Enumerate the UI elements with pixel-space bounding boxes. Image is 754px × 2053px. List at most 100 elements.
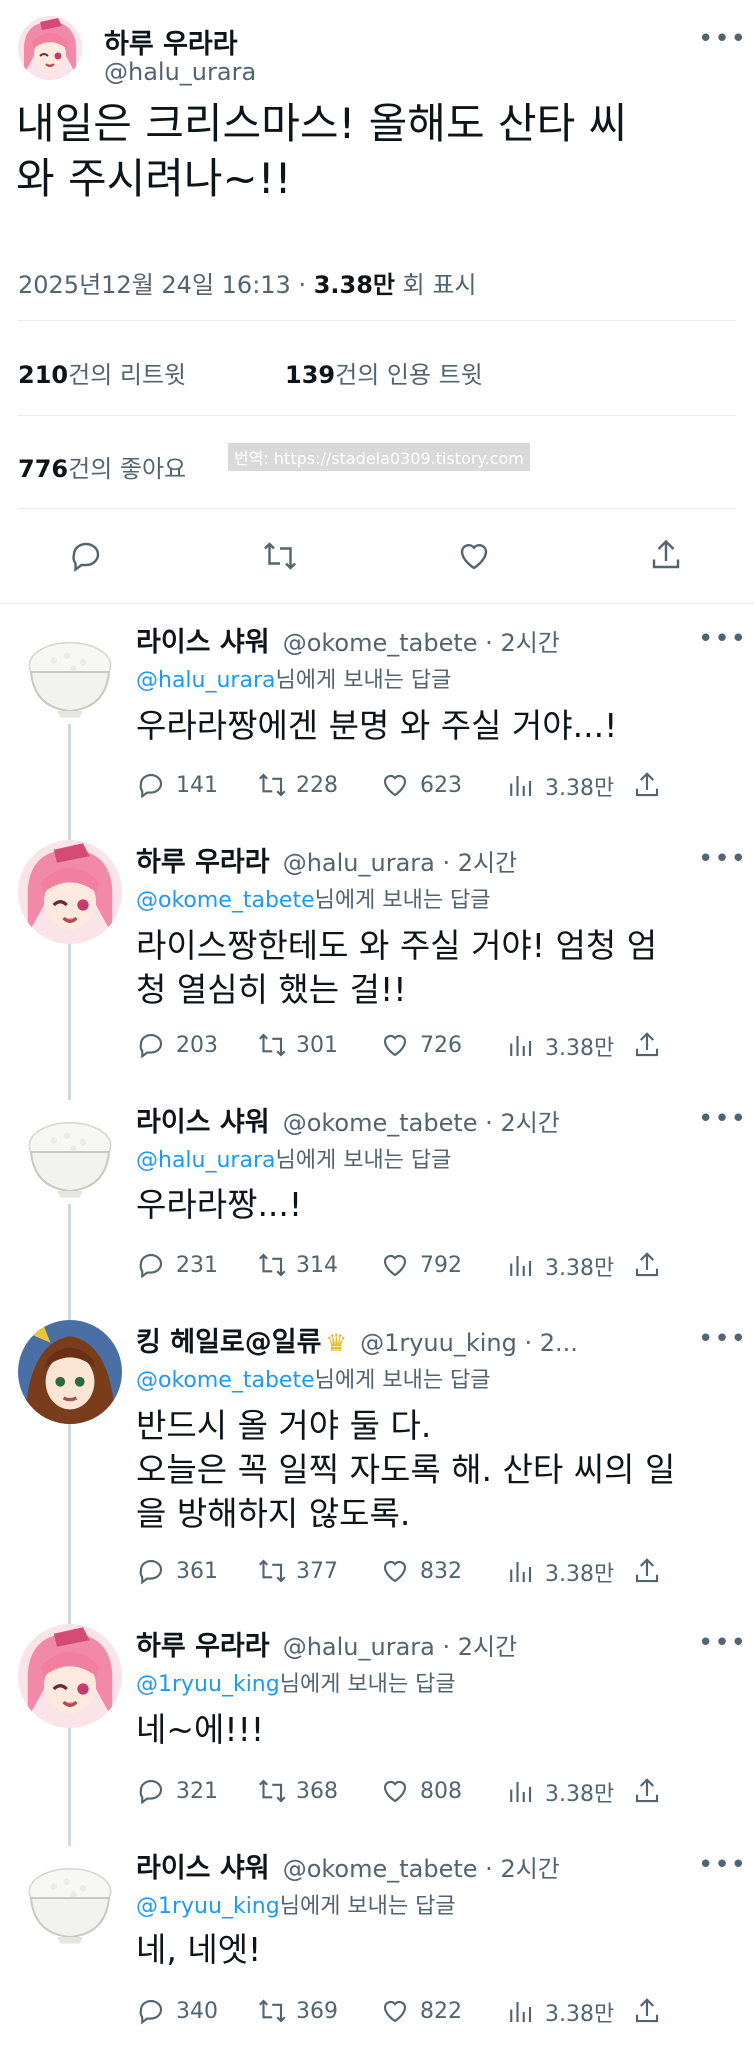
avatar[interactable] xyxy=(18,1100,122,1204)
reply-to-link[interactable]: @1ryuu_king xyxy=(136,1672,280,1697)
avatar[interactable] xyxy=(18,1320,122,1424)
quote-stat[interactable]: 139건의 인용 트윗 xyxy=(285,355,483,390)
reply-text: 네~에!!! xyxy=(136,1710,265,1749)
like-button[interactable]: 808 xyxy=(380,1776,462,1806)
author-name[interactable]: 하루 우라라 xyxy=(136,1631,270,1662)
more-options-icon[interactable]: ••• xyxy=(698,624,747,654)
author-name[interactable]: 하루 우라라 xyxy=(104,22,238,61)
share-icon xyxy=(635,1558,659,1583)
author-handle[interactable]: @halu_urara xyxy=(104,58,256,86)
like-count: 776 xyxy=(18,455,69,483)
views-count: 3.38만 xyxy=(545,1782,615,1807)
reply-count: 340 xyxy=(176,1998,218,2024)
retweet-button[interactable]: 314 xyxy=(256,1250,338,1280)
author-handle[interactable]: @okome_tabete · 2시간 xyxy=(283,1109,560,1137)
reply-button[interactable]: 321 xyxy=(136,1776,218,1806)
divider xyxy=(18,415,736,416)
more-options-icon[interactable]: ••• xyxy=(698,1628,747,1658)
share-button[interactable] xyxy=(632,1996,662,2026)
author-name[interactable]: 킹 헤일로@일류 xyxy=(136,1327,321,1358)
more-options-icon[interactable]: ••• xyxy=(698,844,747,874)
reply-to-link[interactable]: @1ryuu_king xyxy=(136,1894,280,1919)
retweet-button[interactable] xyxy=(260,538,300,578)
reply-count: 321 xyxy=(176,1778,218,1804)
more-options-icon[interactable]: ••• xyxy=(698,1104,747,1134)
reply-button[interactable]: 231 xyxy=(136,1250,218,1280)
avatar[interactable] xyxy=(18,840,122,944)
like-button[interactable]: 726 xyxy=(380,1030,462,1060)
views-button[interactable]: 3.38만 xyxy=(505,1030,614,1062)
reply-to-link[interactable]: @okome_tabete xyxy=(136,1368,315,1393)
author-name[interactable]: 라이스 샤워 xyxy=(136,1853,270,1884)
reply-button[interactable]: 361 xyxy=(136,1556,218,1586)
share-button[interactable] xyxy=(632,770,662,800)
reply-to-suffix: 님에게 보내는 답글 xyxy=(314,888,491,913)
heart-icon xyxy=(383,775,407,797)
more-options-icon[interactable]: ••• xyxy=(698,24,747,54)
reply-button[interactable]: 340 xyxy=(136,1996,218,2026)
heart-icon xyxy=(383,1781,407,1803)
retweet-count: 369 xyxy=(296,1998,338,2024)
reply-to-link[interactable]: @okome_tabete xyxy=(136,888,315,913)
reply-header: 킹 헤일로@일류 ♛ @1ryuu_king · 2... xyxy=(136,1320,578,1359)
translation-watermark: 번역: https://stadela0309.tistory.com xyxy=(228,443,530,471)
retweet-button[interactable]: 301 xyxy=(256,1030,338,1060)
more-options-icon[interactable]: ••• xyxy=(698,1324,747,1354)
like-button[interactable]: 832 xyxy=(380,1556,462,1586)
like-stat[interactable]: 776건의 좋아요 xyxy=(18,449,186,484)
share-button[interactable] xyxy=(632,1556,662,1586)
reply-to-link[interactable]: @halu_urara xyxy=(136,668,275,693)
retweet-button[interactable]: 377 xyxy=(256,1556,338,1586)
reply-to-link[interactable]: @halu_urara xyxy=(136,1148,275,1173)
author-handle[interactable]: @okome_tabete · 2시간 xyxy=(283,629,560,657)
views-button[interactable]: 3.38만 xyxy=(505,1556,614,1588)
reply-button[interactable]: 141 xyxy=(136,770,218,800)
share-button[interactable] xyxy=(632,1030,662,1060)
avatar[interactable] xyxy=(18,16,82,80)
avatar[interactable] xyxy=(18,1624,122,1728)
author-name[interactable]: 라이스 샤워 xyxy=(136,627,270,658)
retweet-icon xyxy=(258,1779,286,1803)
avatar[interactable] xyxy=(18,1846,122,1950)
views-button[interactable]: 3.38만 xyxy=(505,1250,614,1282)
like-button[interactable]: 623 xyxy=(380,770,462,800)
reply-button[interactable] xyxy=(68,538,104,578)
heart-icon xyxy=(460,544,488,570)
views-button[interactable]: 3.38만 xyxy=(505,1996,614,2028)
author-handle[interactable]: @1ryuu_king · 2... xyxy=(360,1329,578,1357)
avatar[interactable] xyxy=(18,620,122,724)
reply-text: 라이스짱한테도 와 주실 거야! 엄청 엄 청 열심히 했는 걸!! xyxy=(136,926,658,1009)
retweet-icon xyxy=(258,1559,286,1583)
author-name[interactable]: 라이스 샤워 xyxy=(136,1107,270,1138)
share-icon xyxy=(635,1032,659,1057)
share-button[interactable] xyxy=(632,1776,662,1806)
share-button[interactable] xyxy=(632,1250,662,1280)
author-handle[interactable]: @halu_urara · 2시간 xyxy=(283,849,517,877)
author-handle[interactable]: @halu_urara · 2시간 xyxy=(283,1633,517,1661)
views-icon xyxy=(510,776,532,796)
view-count: 3.38만 xyxy=(313,271,396,299)
views-button[interactable]: 3.38만 xyxy=(505,1776,614,1808)
retweet-stat[interactable]: 210건의 리트윗 xyxy=(18,355,186,390)
reply-header: 하루 우라라 @halu_urara · 2시간 xyxy=(136,840,517,879)
tweet-date[interactable]: 2025년12월 24일 16:13 · xyxy=(18,271,314,299)
like-count: 808 xyxy=(420,1778,462,1804)
like-count: 832 xyxy=(420,1558,462,1584)
author-name[interactable]: 하루 우라라 xyxy=(136,847,270,878)
reply-count: 231 xyxy=(176,1252,218,1278)
like-button[interactable]: 792 xyxy=(380,1250,462,1280)
retweet-button[interactable]: 368 xyxy=(256,1776,338,1806)
like-label: 건의 좋아요 xyxy=(68,455,187,483)
quote-label: 건의 인용 트윗 xyxy=(335,361,483,389)
more-options-icon[interactable]: ••• xyxy=(698,1850,747,1880)
retweet-count: 314 xyxy=(296,1252,338,1278)
like-button[interactable]: 822 xyxy=(380,1996,462,2026)
retweet-button[interactable]: 369 xyxy=(256,1996,338,2026)
reply-button[interactable]: 203 xyxy=(136,1030,218,1060)
retweet-button[interactable]: 228 xyxy=(256,770,338,800)
views-button[interactable]: 3.38만 xyxy=(505,770,614,802)
share-button[interactable] xyxy=(648,536,684,578)
author-handle[interactable]: @okome_tabete · 2시간 xyxy=(283,1855,560,1883)
like-button[interactable] xyxy=(455,538,493,578)
views-icon xyxy=(510,2002,532,2022)
